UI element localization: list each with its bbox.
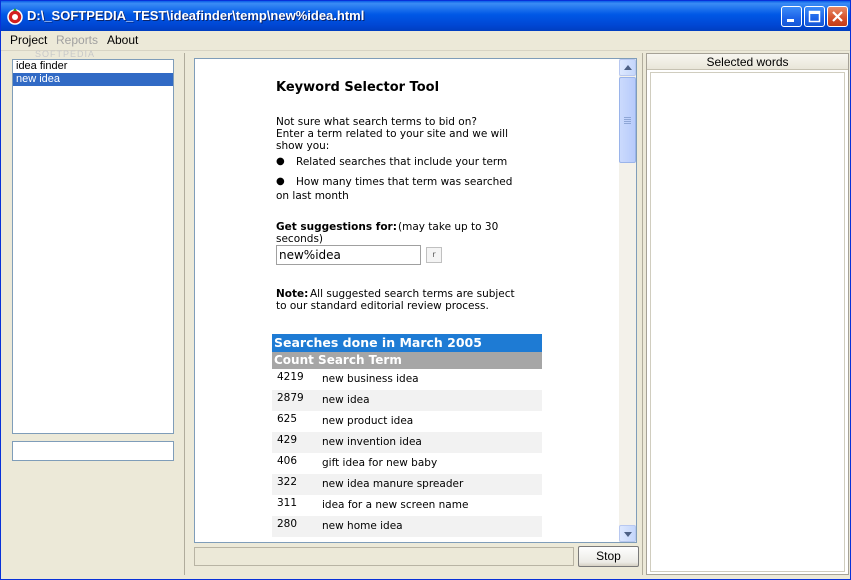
row-count: 2879 (277, 392, 304, 404)
table-row[interactable]: 311 idea for a new screen name (272, 495, 542, 516)
row-term: new idea manure spreader (322, 478, 464, 490)
project-list[interactable]: idea finder new idea (12, 59, 174, 434)
row-count: 4219 (277, 371, 304, 383)
row-term: gift idea for new baby (322, 457, 438, 469)
table-row[interactable]: 406 gift idea for new baby (272, 453, 542, 474)
scroll-down-arrow-icon (624, 532, 632, 537)
grip-line (624, 119, 631, 120)
row-count: 322 (277, 476, 298, 488)
title-bar[interactable]: D:\_SOFTPEDIA_TEST\ideafinder\temp\new%i… (1, 1, 850, 31)
intro-line: show you: (276, 140, 330, 152)
table-row[interactable]: 625 new product idea (272, 411, 542, 432)
bullet-icon: ● (276, 176, 285, 187)
table-row[interactable]: 2879 new idea (272, 390, 542, 411)
menu-project[interactable]: Project (10, 33, 47, 47)
note-text: All suggested search terms are subject (310, 288, 515, 300)
table-heading: Searches done in March 2005 (272, 334, 542, 352)
app-icon[interactable] (6, 7, 24, 25)
row-term: new home idea (322, 520, 403, 532)
maximize-icon (808, 10, 821, 23)
table-body: 4219 new business idea 2879 new idea 625 ne… (272, 369, 542, 537)
suggest-hint: seconds) (276, 233, 324, 245)
list-item[interactable]: new idea (13, 73, 173, 86)
row-term: idea for a new screen name (322, 499, 469, 511)
search-results-table: Searches done in March 2005 Count Search… (272, 334, 542, 537)
left-text-field[interactable] (12, 441, 174, 461)
row-count: 625 (277, 413, 298, 425)
minimize-icon (787, 19, 794, 22)
row-term: new invention idea (322, 436, 422, 448)
splitter[interactable] (642, 53, 643, 575)
menu-about[interactable]: About (107, 33, 138, 47)
row-count: 311 (277, 497, 298, 509)
menu-bar: Project Reports About SOFTPEDIA (1, 31, 850, 59)
note-label: Note: (276, 288, 309, 300)
maximize-button[interactable] (804, 6, 825, 27)
bullet-text: Related searches that include your term (296, 156, 508, 168)
close-button[interactable] (827, 6, 848, 27)
note-text: to our standard editorial review process… (276, 300, 489, 312)
stop-button[interactable]: Stop (578, 546, 639, 567)
intro-line: Enter a term related to your site and we… (276, 128, 508, 140)
grip-line (624, 121, 631, 122)
scroll-up-arrow-icon (624, 65, 632, 70)
bullet-text: How many times that term was searched (296, 176, 513, 188)
scroll-down-button[interactable] (619, 525, 636, 542)
app-window: D:\_SOFTPEDIA_TEST\ideafinder\temp\new%i… (0, 0, 851, 580)
splitter[interactable] (184, 53, 185, 575)
table-column-headers: Count Search Term (272, 352, 542, 369)
page-title: Keyword Selector Tool (276, 80, 440, 95)
suggest-input[interactable]: new%idea (276, 245, 421, 265)
table-row[interactable]: 4219 new business idea (272, 369, 542, 390)
bullet-text: on last month (276, 190, 349, 202)
suggest-hint: (may take up to 30 (398, 221, 499, 233)
table-row[interactable]: 429 new invention idea (272, 432, 542, 453)
row-term: new business idea (322, 373, 419, 385)
selected-words-panel: Selected words (646, 53, 849, 575)
row-count: 280 (277, 518, 298, 530)
table-row[interactable]: 322 new idea manure spreader (272, 474, 542, 495)
row-count: 429 (277, 434, 298, 446)
row-count: 406 (277, 455, 298, 467)
vertical-scrollbar[interactable] (619, 59, 636, 542)
bullet-icon: ● (276, 156, 285, 167)
grip-line (624, 123, 631, 124)
selected-words-header[interactable]: Selected words (647, 54, 848, 70)
scroll-up-button[interactable] (619, 59, 636, 76)
window-title: D:\_SOFTPEDIA_TEST\ideafinder\temp\new%i… (27, 8, 365, 23)
menu-reports[interactable]: Reports (56, 33, 98, 47)
suggest-label: Get suggestions for: (276, 221, 397, 233)
row-term: new idea (322, 394, 370, 406)
list-item[interactable]: idea finder (13, 60, 173, 73)
table-row[interactable]: 280 new home idea (272, 516, 542, 537)
suggest-button[interactable]: r (426, 247, 442, 263)
intro-line: Not sure what search terms to bid on? (276, 116, 477, 128)
selected-words-list[interactable] (650, 72, 845, 572)
close-icon (832, 11, 843, 22)
browser-pane[interactable]: Keyword Selector Tool Not sure what sear… (194, 58, 637, 543)
row-term: new product idea (322, 415, 414, 427)
minimize-button[interactable] (781, 6, 802, 27)
status-field (194, 547, 574, 566)
grip-line (624, 117, 631, 118)
scroll-thumb[interactable] (619, 77, 636, 163)
watermark: SOFTPEDIA (35, 49, 96, 59)
